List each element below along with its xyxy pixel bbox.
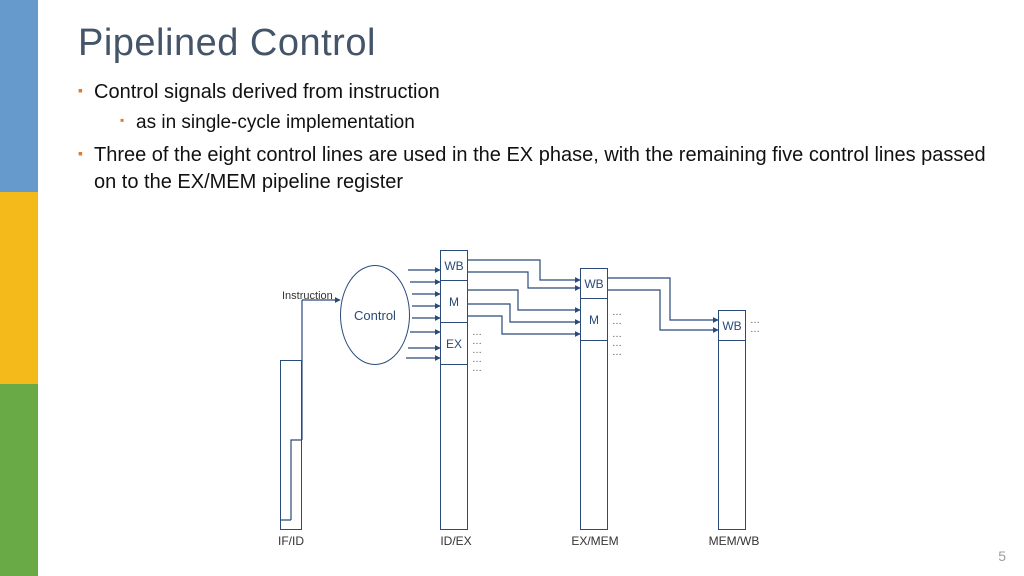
dots-exmem-ex: ……… xyxy=(612,330,622,357)
slide-number: 5 xyxy=(998,548,1006,564)
exmem-control-cells: WB M xyxy=(580,268,608,342)
accent-band-blue xyxy=(0,0,38,192)
accent-inner-stripe xyxy=(38,0,60,576)
control-oval: Control xyxy=(340,265,410,365)
accent-band-gold xyxy=(0,192,38,384)
slide-accent-sidebar xyxy=(0,0,38,576)
idex-ex-cell: EX xyxy=(441,323,467,365)
idex-label: ID/EX xyxy=(436,534,476,548)
dots-memwb: …… xyxy=(750,316,760,334)
memwb-wb-cell: WB xyxy=(719,311,745,341)
idex-control-cells: WB M EX xyxy=(440,250,468,366)
dots-idex-ex: ……… xyxy=(472,346,482,373)
bullet-1a: as in single-cycle implementation xyxy=(78,110,1004,136)
bullet-1: Control signals derived from instruction xyxy=(78,79,1004,106)
ifid-register xyxy=(280,360,302,530)
idex-register-body xyxy=(440,364,468,530)
memwb-register-body xyxy=(718,340,746,530)
slide-title: Pipelined Control xyxy=(78,22,1004,65)
accent-band-green xyxy=(0,384,38,576)
ifid-label: IF/ID xyxy=(270,534,312,548)
memwb-label: MEM/WB xyxy=(706,534,762,548)
instruction-label: Instruction xyxy=(282,290,333,302)
dots-idex-m: …… xyxy=(472,328,482,346)
dots-exmem-m: …… xyxy=(612,308,622,326)
pipeline-diagram: Instruction IF/ID Control WB M EX ID/EX … xyxy=(240,230,800,550)
exmem-label: EX/MEM xyxy=(570,534,620,548)
bullet-list: Control signals derived from instruction… xyxy=(78,79,1004,196)
exmem-register-body xyxy=(580,340,608,530)
exmem-m-cell: M xyxy=(581,299,607,341)
bullet-2: Three of the eight control lines are use… xyxy=(78,142,1004,196)
slide-content: Pipelined Control Control signals derive… xyxy=(78,22,1004,200)
idex-wb-cell: WB xyxy=(441,251,467,281)
exmem-wb-cell: WB xyxy=(581,269,607,299)
memwb-control-cells: WB xyxy=(718,310,746,342)
diagram-wires xyxy=(240,230,800,550)
control-text: Control xyxy=(354,308,396,323)
idex-m-cell: M xyxy=(441,281,467,323)
